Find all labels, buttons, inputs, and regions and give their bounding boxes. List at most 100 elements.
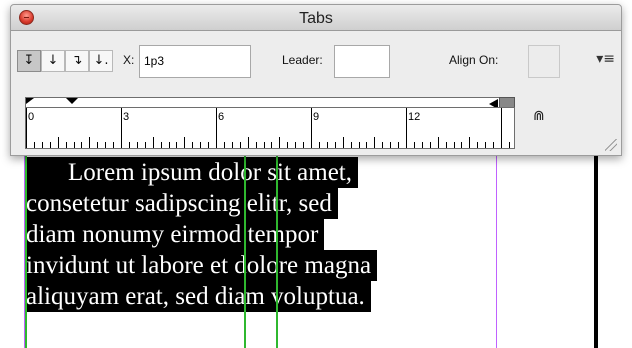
ruler-tick	[334, 142, 336, 148]
text-frame-right-edge	[496, 150, 497, 348]
left-indent-marker[interactable]	[66, 98, 78, 104]
ruler-tick	[303, 142, 305, 148]
resize-grip-icon[interactable]	[605, 139, 617, 151]
ruler-tick	[477, 142, 479, 148]
ruler-tick	[501, 108, 502, 148]
ruler-tick	[65, 142, 67, 148]
tab-ruler[interactable]: 0 3 6 9 12	[25, 97, 515, 149]
ruler-tick	[192, 142, 194, 148]
ruler-scale: 0 3 6 9 12	[25, 107, 515, 149]
ruler-tick	[239, 142, 241, 148]
left-justified-tab-button[interactable]: ↧	[17, 50, 41, 72]
tab-controls: ↧ ↓ ↴ ↓. X: Leader: Align On: ▾≡	[17, 41, 615, 79]
ruler-tick	[406, 108, 407, 148]
ruler-tick	[421, 142, 423, 148]
ruler-label: 0	[28, 111, 35, 123]
ruler-tick	[493, 142, 495, 148]
ruler-tick	[144, 142, 146, 148]
align-on-label: Align On:	[449, 53, 499, 67]
ruler-tick	[445, 142, 447, 148]
ruler-tick	[382, 142, 384, 148]
ruler-tick	[176, 142, 178, 148]
column-guide	[244, 150, 246, 348]
text-line[interactable]: consetetur sadipscing elitr, sed	[26, 188, 338, 219]
ruler-tick	[366, 142, 368, 148]
selected-text[interactable]: Lorem ipsum dolor sit amet, consetetur s…	[26, 157, 378, 312]
ruler-tick	[271, 142, 273, 148]
ruler-tick	[160, 142, 162, 148]
ruler-tick	[49, 142, 51, 148]
ruler-tick	[263, 142, 265, 148]
ruler-tick	[469, 137, 471, 148]
position-panel-above-frame-icon[interactable]: ⋒	[533, 108, 545, 124]
ruler-tick	[136, 142, 138, 148]
column-guide	[25, 150, 27, 348]
ruler-tick	[89, 137, 91, 148]
ruler-tick	[461, 142, 463, 148]
ruler-tick	[113, 142, 115, 148]
ruler-tick	[121, 108, 122, 148]
ruler-tick	[342, 137, 344, 148]
ruler-tick	[168, 142, 170, 148]
first-line-indent-marker[interactable]	[26, 98, 34, 104]
align-on-input[interactable]	[533, 54, 555, 68]
ruler-tick	[57, 137, 59, 148]
ruler-tick	[208, 142, 210, 148]
ruler-tick	[247, 137, 249, 148]
ruler-tick	[255, 142, 257, 148]
ruler-tick	[311, 108, 312, 148]
ruler-tick	[73, 142, 75, 148]
ruler-tick	[358, 142, 360, 148]
text-line[interactable]: invidunt ut labore et dolore magna	[26, 250, 378, 281]
ruler-tick	[390, 142, 392, 148]
title-bar[interactable]: Tabs	[11, 5, 621, 31]
x-position-field[interactable]	[139, 45, 251, 78]
center-justified-tab-button[interactable]: ↓	[41, 50, 65, 72]
align-on-field[interactable]	[528, 45, 560, 78]
ruler-tick	[184, 137, 186, 148]
window-title: Tabs	[299, 10, 333, 27]
leader-field[interactable]	[334, 45, 390, 78]
ruler-tick	[41, 142, 43, 148]
panel-menu-icon[interactable]: ▾≡	[596, 51, 615, 67]
text-line[interactable]: diam nonumy eirmod tempor	[26, 219, 325, 250]
ruler-tick	[295, 142, 297, 148]
page-edge	[594, 150, 598, 348]
leader-label: Leader:	[282, 53, 323, 67]
ruler-tick	[223, 142, 225, 148]
tabs-panel: Tabs ↧ ↓ ↴ ↓. X: Leader: Align On: ▾≡ 0 3…	[10, 4, 622, 156]
ruler-tick	[453, 142, 455, 148]
column-guide	[276, 150, 278, 348]
ruler-tick	[33, 142, 35, 148]
ruler-tick	[152, 137, 154, 148]
right-justified-tab-button[interactable]: ↴	[65, 50, 89, 72]
ruler-tick	[326, 142, 328, 148]
ruler-tick	[485, 142, 487, 148]
ruler-tick	[26, 108, 27, 148]
ruler-tick	[413, 142, 415, 148]
x-position-input[interactable]	[144, 54, 246, 68]
decimal-tab-button[interactable]: ↓.	[89, 50, 113, 72]
ruler-tick	[508, 142, 510, 148]
ruler-tick	[105, 142, 107, 148]
ruler-tick	[318, 142, 320, 148]
text-line[interactable]: Lorem ipsum dolor sit amet,	[26, 157, 358, 188]
ruler-tick	[429, 142, 431, 148]
ruler-tick	[437, 137, 439, 148]
ruler-tick	[374, 137, 376, 148]
ruler-label: 9	[313, 111, 320, 123]
ruler-tick	[216, 108, 217, 148]
leader-input[interactable]	[339, 54, 385, 68]
ruler-tick	[398, 142, 400, 148]
ruler-tick	[350, 142, 352, 148]
ruler-label: 3	[123, 111, 130, 123]
ruler-tick	[97, 142, 99, 148]
ruler-tick	[287, 142, 289, 148]
ruler-tick	[200, 142, 202, 148]
ruler-label: 6	[218, 111, 225, 123]
ruler-label: 12	[408, 111, 421, 123]
ruler-tick	[231, 142, 233, 148]
ruler-tick	[279, 137, 281, 148]
text-line[interactable]: aliquyam erat, sed diam voluptua.	[26, 281, 371, 312]
ruler-tick	[128, 142, 130, 148]
